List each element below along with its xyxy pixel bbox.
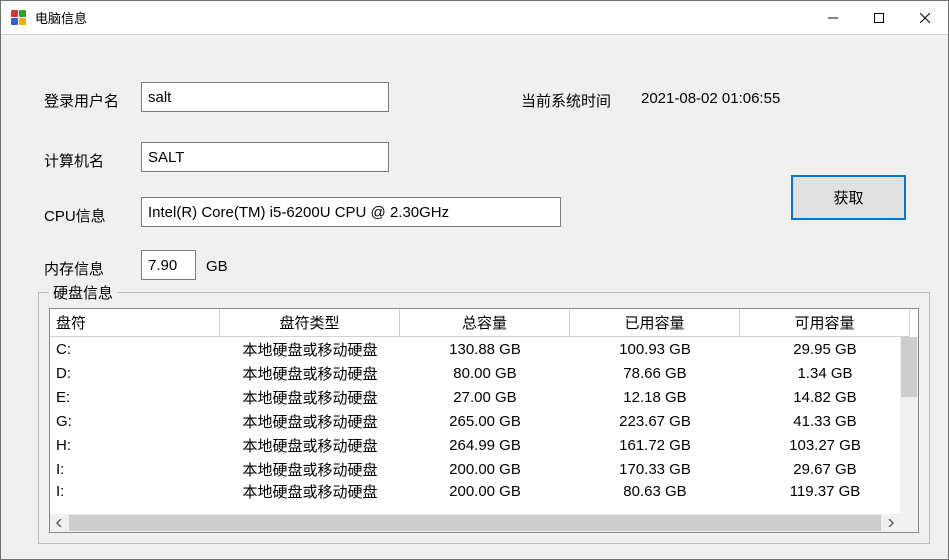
cell-used: 170.33 GB bbox=[570, 457, 740, 481]
cell-drive: H: bbox=[50, 433, 220, 457]
cell-type: 本地硬盘或移动硬盘 bbox=[220, 385, 400, 409]
cpu-label: CPU信息 bbox=[44, 205, 106, 226]
cell-total: 200.00 GB bbox=[400, 457, 570, 481]
client-area: 登录用户名 计算机名 CPU信息 内存信息 GB 当前系统时间 2021-08-… bbox=[1, 35, 948, 559]
cell-used: 78.66 GB bbox=[570, 361, 740, 385]
disk-grid-header: 盘符 盘符类型 总容量 已用容量 可用容量 bbox=[50, 309, 918, 337]
cell-used: 12.18 GB bbox=[570, 385, 740, 409]
horizontal-scroll-thumb[interactable] bbox=[69, 515, 881, 531]
close-button[interactable] bbox=[902, 1, 948, 35]
memory-unit-label: GB bbox=[206, 258, 228, 275]
computer-label: 计算机名 bbox=[44, 150, 104, 171]
col-total[interactable]: 总容量 bbox=[400, 309, 570, 337]
cell-free: 119.37 GB bbox=[740, 481, 910, 501]
cpu-field[interactable] bbox=[141, 197, 561, 227]
cell-total: 264.99 GB bbox=[400, 433, 570, 457]
cell-type: 本地硬盘或移动硬盘 bbox=[220, 433, 400, 457]
username-label: 登录用户名 bbox=[44, 90, 119, 111]
cell-total: 265.00 GB bbox=[400, 409, 570, 433]
cell-drive: C: bbox=[50, 337, 220, 361]
col-drive[interactable]: 盘符 bbox=[50, 309, 220, 337]
cell-used: 161.72 GB bbox=[570, 433, 740, 457]
cell-free: 103.27 GB bbox=[740, 433, 910, 457]
titlebar: 电脑信息 bbox=[1, 1, 948, 35]
disk-grid: 盘符 盘符类型 总容量 已用容量 可用容量 C:本地硬盘或移动硬盘130.88 … bbox=[49, 308, 919, 533]
cell-free: 29.67 GB bbox=[740, 457, 910, 481]
app-icon bbox=[11, 10, 27, 26]
cell-drive: G: bbox=[50, 409, 220, 433]
vertical-scroll-thumb[interactable] bbox=[901, 337, 917, 397]
cell-type: 本地硬盘或移动硬盘 bbox=[220, 337, 400, 361]
table-row[interactable]: D:本地硬盘或移动硬盘80.00 GB78.66 GB1.34 GB bbox=[50, 361, 918, 385]
minimize-button[interactable] bbox=[810, 1, 856, 35]
scroll-right-icon[interactable] bbox=[882, 514, 900, 532]
cell-free: 29.95 GB bbox=[740, 337, 910, 361]
memory-field[interactable] bbox=[141, 250, 196, 280]
col-free[interactable]: 可用容量 bbox=[740, 309, 910, 337]
table-row[interactable]: E:本地硬盘或移动硬盘27.00 GB12.18 GB14.82 GB bbox=[50, 385, 918, 409]
disk-group-label: 硬盘信息 bbox=[49, 282, 117, 303]
cell-free: 41.33 GB bbox=[740, 409, 910, 433]
cell-total: 200.00 GB bbox=[400, 481, 570, 501]
table-row[interactable]: G:本地硬盘或移动硬盘265.00 GB223.67 GB41.33 GB bbox=[50, 409, 918, 433]
table-row[interactable]: H:本地硬盘或移动硬盘264.99 GB161.72 GB103.27 GB bbox=[50, 433, 918, 457]
cell-free: 14.82 GB bbox=[740, 385, 910, 409]
cell-total: 27.00 GB bbox=[400, 385, 570, 409]
table-row[interactable]: C:本地硬盘或移动硬盘130.88 GB100.93 GB29.95 GB bbox=[50, 337, 918, 361]
systime-value: 2021-08-02 01:06:55 bbox=[641, 90, 780, 107]
cell-drive: D: bbox=[50, 361, 220, 385]
cell-total: 130.88 GB bbox=[400, 337, 570, 361]
cell-drive: I: bbox=[50, 481, 220, 501]
cell-type: 本地硬盘或移动硬盘 bbox=[220, 481, 400, 501]
systime-label: 当前系统时间 bbox=[521, 90, 611, 111]
maximize-button[interactable] bbox=[856, 1, 902, 35]
disk-grid-body: C:本地硬盘或移动硬盘130.88 GB100.93 GB29.95 GBD:本… bbox=[50, 337, 918, 532]
cell-used: 223.67 GB bbox=[570, 409, 740, 433]
scroll-corner bbox=[900, 514, 918, 532]
col-used[interactable]: 已用容量 bbox=[570, 309, 740, 337]
cell-used: 100.93 GB bbox=[570, 337, 740, 361]
cell-total: 80.00 GB bbox=[400, 361, 570, 385]
cell-type: 本地硬盘或移动硬盘 bbox=[220, 409, 400, 433]
table-row[interactable]: I:本地硬盘或移动硬盘200.00 GB80.63 GB119.37 GB bbox=[50, 481, 918, 505]
vertical-scrollbar[interactable] bbox=[900, 337, 918, 514]
col-type[interactable]: 盘符类型 bbox=[220, 309, 400, 337]
cell-type: 本地硬盘或移动硬盘 bbox=[220, 457, 400, 481]
cell-used: 80.63 GB bbox=[570, 481, 740, 501]
fetch-button[interactable]: 获取 bbox=[791, 175, 906, 220]
disk-groupbox: 硬盘信息 盘符 盘符类型 总容量 已用容量 可用容量 C:本地硬盘或移动硬盘13… bbox=[38, 292, 930, 544]
table-row[interactable]: I:本地硬盘或移动硬盘200.00 GB170.33 GB29.67 GB bbox=[50, 457, 918, 481]
cell-free: 1.34 GB bbox=[740, 361, 910, 385]
scroll-left-icon[interactable] bbox=[50, 514, 68, 532]
window-title: 电脑信息 bbox=[35, 8, 87, 27]
cell-type: 本地硬盘或移动硬盘 bbox=[220, 361, 400, 385]
cell-drive: E: bbox=[50, 385, 220, 409]
horizontal-scrollbar[interactable] bbox=[50, 514, 900, 532]
username-field[interactable] bbox=[141, 82, 389, 112]
cell-drive: I: bbox=[50, 457, 220, 481]
memory-label: 内存信息 bbox=[44, 258, 104, 279]
app-window: 电脑信息 登录用户名 计算机名 CPU信息 内存信息 GB 当前系统时间 202… bbox=[0, 0, 949, 560]
computer-field[interactable] bbox=[141, 142, 389, 172]
